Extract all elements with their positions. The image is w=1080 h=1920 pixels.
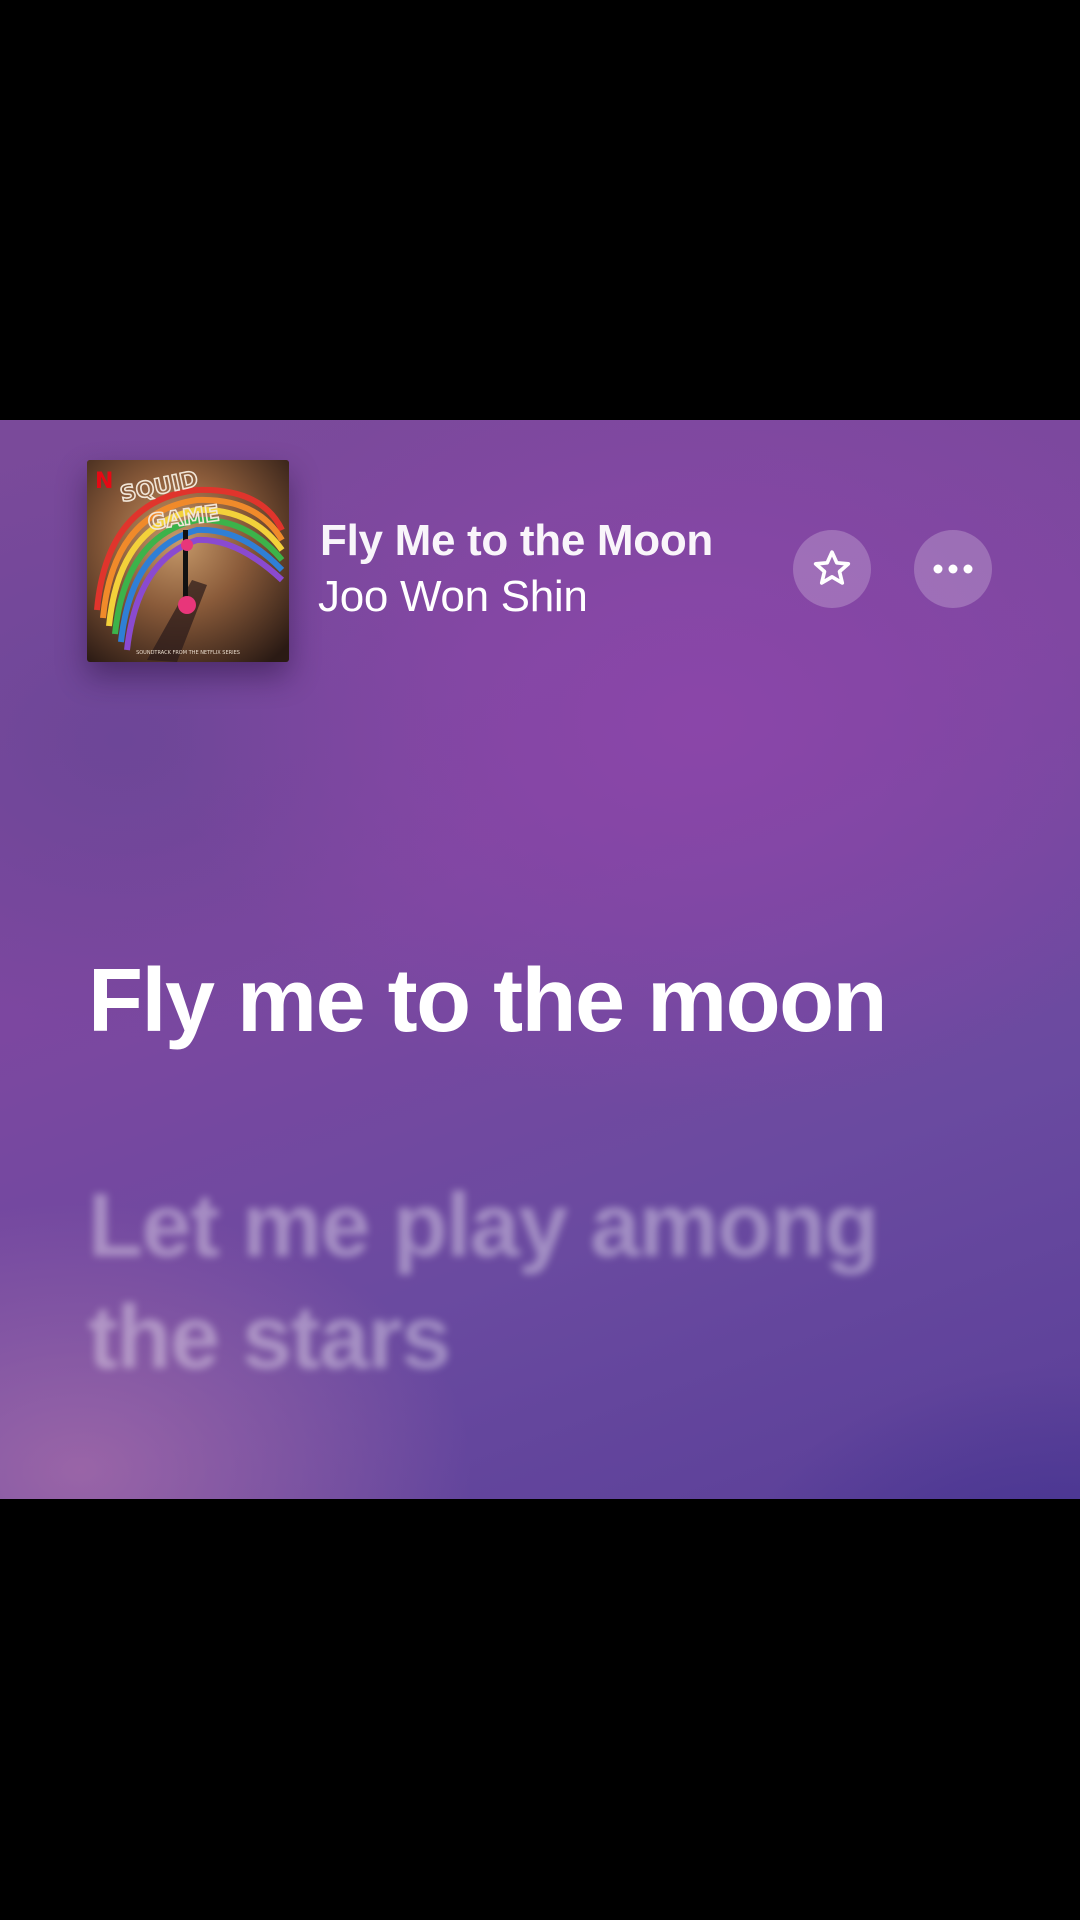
artwork-image: SQUID GAME N SOUNDTRACK FROM THE NETFLIX…: [87, 460, 289, 662]
netflix-mark: N: [95, 469, 113, 494]
album-artwork[interactable]: SQUID GAME N SOUNDTRACK FROM THE NETFLIX…: [87, 460, 289, 662]
letterbox-bottom: [0, 1499, 1080, 1920]
lyric-line-current[interactable]: Fly me to the moon: [88, 950, 888, 1053]
letterbox-top: [0, 0, 1080, 420]
lyric-line-next[interactable]: Let me play among the stars: [88, 1170, 968, 1394]
ellipsis-icon: [933, 564, 973, 574]
more-options-button[interactable]: [914, 530, 992, 608]
artwork-caption: SOUNDTRACK FROM THE NETFLIX SERIES: [136, 650, 240, 656]
star-outline-icon: [813, 550, 851, 585]
track-title[interactable]: Fly Me to the Moon: [320, 516, 713, 566]
track-artist[interactable]: Joo Won Shin: [318, 572, 588, 622]
lyrics-player: SQUID GAME N SOUNDTRACK FROM THE NETFLIX…: [0, 420, 1080, 1499]
favorite-button[interactable]: [793, 530, 871, 608]
